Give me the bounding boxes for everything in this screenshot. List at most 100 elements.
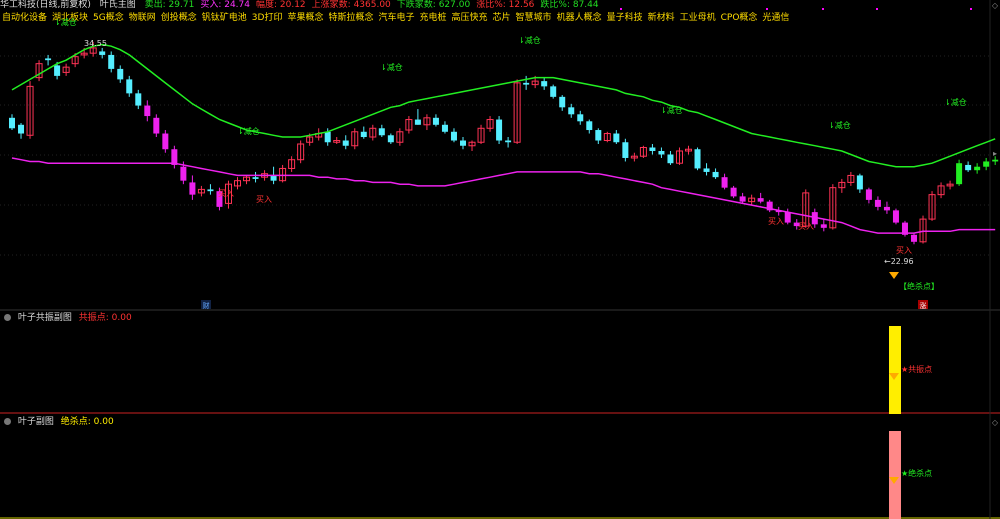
buy-signal: 买入: [256, 195, 272, 204]
candle-body: [595, 130, 602, 141]
buy-signal: 买入: [896, 246, 912, 255]
candles: [9, 41, 999, 245]
panel1-title-bar: 叶子共振副图 共振点: 0.00: [4, 312, 132, 324]
panel2-title[interactable]: 叶子副图: [18, 417, 54, 427]
candle-body: [956, 163, 963, 185]
candle-body: [378, 128, 385, 136]
panel-dot-icon[interactable]: [4, 418, 11, 425]
sell-signal: ⇂减仓: [518, 35, 541, 45]
candle-body: [180, 166, 187, 181]
buy-signal: 买入: [768, 217, 784, 226]
candle-body: [18, 124, 25, 134]
candle-body: [874, 199, 881, 207]
sell-signal: ⇂减仓: [828, 120, 851, 130]
candle-body: [108, 54, 115, 69]
candle-body: [577, 114, 584, 122]
main-chart: ⇂减仓⇂减仓⇂减仓⇂减仓⇂减仓⇂减仓⇂减仓34.55买入买入买入买入买入←22.…: [0, 0, 1000, 519]
candle-body: [387, 135, 394, 143]
candle-body: [523, 82, 530, 85]
sell-line: [11, 43, 996, 168]
candle-body: [622, 142, 629, 158]
candle-body: [450, 131, 457, 141]
panel-dot-icon[interactable]: [4, 314, 11, 321]
top-marker: [822, 8, 824, 10]
buy-signal: 买入: [798, 222, 814, 231]
sell-signal: ⇂减仓: [944, 97, 967, 107]
sell-signal: ⇂减仓: [660, 105, 683, 115]
up-badge-text: 涨: [920, 301, 927, 310]
candle-body: [414, 119, 421, 125]
candle-body: [162, 133, 169, 150]
candle-body: [559, 96, 566, 108]
candle-body: [144, 105, 151, 117]
candle-body: [613, 133, 620, 143]
high-price-label: 34.55: [84, 39, 107, 48]
candle-body: [9, 117, 15, 129]
candle-body: [117, 68, 124, 80]
candle-body: [568, 107, 575, 115]
candle-body: [550, 86, 557, 97]
candle-body: [342, 140, 349, 146]
sell-signal: ⇂减仓: [380, 62, 403, 72]
candle-body: [865, 189, 872, 200]
candle-body: [703, 168, 710, 172]
diamond-icon: [889, 272, 899, 279]
sell-signal: ⇂减仓: [54, 17, 77, 27]
candle-body: [324, 131, 331, 143]
panel1-title[interactable]: 叶子共振副图: [18, 313, 72, 323]
top-marker: [876, 8, 878, 10]
candle-body: [974, 166, 981, 171]
candle-body: [189, 182, 196, 195]
candle-body: [784, 212, 791, 223]
candle-body: [649, 147, 656, 151]
candle-body: [541, 81, 548, 87]
top-marker: [620, 8, 622, 10]
candle-body: [270, 175, 277, 181]
candle-body: [739, 196, 746, 202]
candle-body: [126, 79, 133, 94]
candle-body: [911, 234, 917, 242]
candle-body: [586, 121, 593, 131]
candle-body: [54, 65, 61, 76]
resonance-marker: ★共振点: [901, 364, 932, 374]
candle-body: [892, 210, 899, 223]
candle-body: [153, 117, 160, 134]
kill-bar: [889, 431, 901, 519]
scroll-icon: ◇: [992, 418, 999, 427]
candle-body: [460, 140, 466, 146]
candle-body: [658, 150, 665, 155]
candle-body: [694, 149, 701, 169]
resonance-bar: [889, 326, 901, 414]
panel2-title-bar: 叶子副图 绝杀点: 0.00: [4, 416, 114, 428]
candle-body: [757, 198, 764, 202]
candle-body: [207, 189, 214, 192]
candle-body: [252, 177, 259, 179]
candle-body: [856, 175, 863, 190]
candle-body: [883, 206, 890, 211]
candle-body: [983, 161, 990, 167]
candle-body: [505, 140, 512, 143]
buy-signal: 买入: [218, 189, 234, 198]
candle-body: [965, 164, 972, 171]
panel1-value: 共振点: 0.00: [78, 313, 132, 323]
candle-body: [667, 154, 674, 164]
top-marker: [970, 8, 972, 10]
candle-body: [992, 159, 999, 162]
candle-body: [135, 93, 142, 106]
scroll-icon: ◇: [992, 1, 999, 10]
panel2-value: 绝杀点: 0.00: [60, 417, 114, 427]
candle-body: [712, 171, 719, 178]
candle-body: [45, 58, 52, 61]
sell-signal: ⇂减仓: [237, 126, 260, 136]
buy-line: [11, 157, 996, 234]
fin-badge-text: 财: [203, 301, 210, 310]
top-marker: [766, 8, 768, 10]
candle-body: [721, 177, 728, 188]
candle-body: [730, 187, 737, 197]
candle-body: [360, 131, 367, 138]
candle-body: [441, 124, 448, 132]
candle-body: [432, 117, 439, 125]
scroll-icon: ▸: [993, 149, 997, 158]
low-price-label: ←22.96: [884, 257, 914, 266]
kill-point-label: 【绝杀点】: [899, 281, 939, 291]
